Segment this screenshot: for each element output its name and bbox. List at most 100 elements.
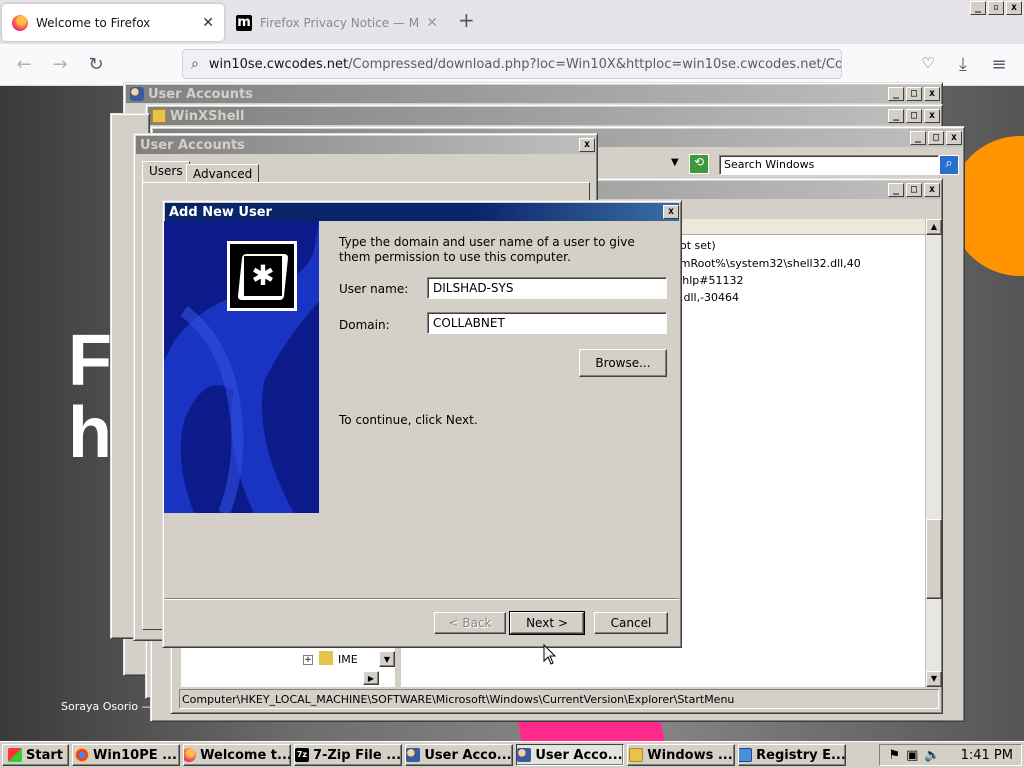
close-icon[interactable]: x — [924, 109, 940, 123]
scroll-thumb[interactable] — [926, 519, 942, 599]
taskbar-label: 7-Zip File ... — [312, 747, 402, 763]
status-path: Computer\HKEY_LOCAL_MACHINE\SOFTWARE\Mic… — [182, 693, 735, 706]
cancel-button[interactable]: Cancel — [594, 612, 668, 634]
windows-logo-icon — [8, 748, 22, 762]
start-label: Start — [26, 747, 63, 763]
tree-item-ime[interactable]: IME — [338, 653, 358, 666]
instructions-text: Type the domain and user name of a user … — [339, 235, 635, 264]
title-bar[interactable]: WinXShell _ □ x — [148, 107, 940, 125]
tab-firefox-privacy-notice[interactable]: m Firefox Privacy Notice — Mozilla ✕ — [226, 4, 448, 41]
expand-plus-icon[interactable]: + — [303, 655, 313, 665]
browser-window-controls: _ ▫ x — [968, 1, 1022, 15]
tab-advanced[interactable]: Advanced — [186, 164, 260, 183]
tab-title: Firefox Privacy Notice — Mozilla — [260, 15, 420, 30]
vertical-scrollbar[interactable]: ▲ ▼ — [925, 219, 942, 687]
back-button[interactable]: < Back — [434, 612, 506, 634]
taskbar-item-windows[interactable]: Windows ... — [626, 744, 735, 766]
minimize-icon[interactable]: _ — [888, 109, 904, 123]
search-windows-input[interactable]: Search Windows — [719, 155, 939, 175]
taskbar-item-win10pe[interactable]: Win10PE ... — [71, 744, 180, 766]
maximize-icon[interactable]: □ — [906, 87, 922, 101]
reload-icon[interactable]: ↻ — [85, 54, 107, 75]
volume-icon[interactable]: 🔈 — [924, 748, 940, 763]
dropdown-arrow-icon[interactable]: ▼ — [671, 157, 679, 168]
maximize-icon[interactable]: □ — [928, 131, 944, 145]
window-title: WinXShell — [170, 108, 245, 124]
registry-tree-pane[interactable]: + IME ▼ ▶ — [181, 647, 395, 687]
firefox-logo-icon — [183, 748, 197, 762]
back-arrow-icon[interactable]: ← — [13, 54, 35, 75]
scroll-right-icon[interactable]: ▶ — [363, 671, 379, 685]
download-icon[interactable]: ⤓ — [952, 54, 974, 75]
close-icon[interactable]: x — [924, 87, 940, 101]
taskbar-item-user-accounts-2[interactable]: User Acco... — [515, 744, 624, 766]
key-user-icon: ✱ — [227, 241, 297, 311]
taskbar: Start Win10PE ... Welcome t... 7z 7-Zip … — [0, 741, 1024, 768]
taskbar-label: Win10PE ... — [93, 747, 177, 763]
close-icon[interactable]: ✕ — [202, 15, 214, 31]
taskbar-item-user-accounts-1[interactable]: User Acco... — [404, 744, 513, 766]
window-title: User Accounts — [148, 86, 253, 102]
close-icon[interactable]: x — [946, 131, 962, 145]
page-headline-line2: h — [68, 393, 112, 473]
menu-hamburger-icon[interactable]: ≡ — [988, 54, 1010, 75]
taskbar-label: Welcome t... — [200, 747, 291, 763]
close-icon[interactable]: x — [1006, 1, 1022, 15]
users-icon — [517, 748, 532, 762]
taskbar-label: Registry E... — [756, 747, 846, 763]
network-icon[interactable]: ▣ — [906, 748, 918, 763]
search-icon[interactable]: ⌕ — [939, 155, 959, 175]
folder-icon — [629, 748, 644, 762]
start-button[interactable]: Start — [2, 744, 69, 766]
close-icon[interactable]: x — [579, 138, 595, 152]
registry-editor-icon — [738, 748, 753, 762]
title-bar[interactable]: User Accounts x — [136, 136, 595, 154]
tab-users[interactable]: Users — [142, 161, 190, 183]
close-icon[interactable]: x — [663, 205, 679, 219]
tab-title: Welcome to Firefox — [36, 15, 151, 30]
taskbar-label: User Acco... — [535, 747, 623, 763]
system-tray: ⚑ ▣ 🔈 1:41 PM — [879, 744, 1022, 766]
scroll-up-icon[interactable]: ▲ — [926, 219, 942, 235]
domain-label: Domain: — [339, 318, 390, 332]
close-icon[interactable]: x — [924, 183, 940, 197]
minimize-icon[interactable]: _ — [888, 183, 904, 197]
restore-icon[interactable]: ▫ — [988, 1, 1004, 15]
minimize-icon[interactable]: _ — [888, 87, 904, 101]
go-refresh-icon[interactable]: ⟲ — [689, 154, 709, 174]
title-bar[interactable]: Add New User x — [165, 203, 679, 221]
users-icon — [406, 748, 421, 762]
minimize-icon[interactable]: _ — [970, 1, 986, 15]
url-bar[interactable]: ⌕ win10se.cwcodes.net/Compressed/downloa… — [182, 49, 842, 79]
username-label: User name: — [339, 282, 409, 296]
next-button[interactable]: Next > — [509, 611, 585, 635]
tab-welcome-to-firefox[interactable]: Welcome to Firefox ✕ — [2, 4, 224, 41]
new-tab-plus-icon[interactable]: + — [458, 8, 475, 32]
continue-text: To continue, click Next. — [339, 413, 478, 427]
7zip-icon: 7z — [294, 748, 309, 762]
minimize-icon[interactable]: _ — [910, 131, 926, 145]
close-icon[interactable]: ✕ — [426, 15, 438, 31]
maximize-icon[interactable]: □ — [906, 109, 922, 123]
chrome-icon — [75, 748, 90, 762]
forward-arrow-icon[interactable]: → — [49, 54, 71, 75]
domain-input[interactable]: COLLABNET — [427, 312, 667, 334]
taskbar-item-firefox[interactable]: Welcome t... — [182, 744, 291, 766]
pocket-icon[interactable]: ♡ — [917, 54, 939, 72]
clock[interactable]: 1:41 PM — [961, 748, 1013, 763]
flag-icon[interactable]: ⚑ — [888, 748, 900, 763]
mozilla-m-icon: m — [236, 14, 252, 31]
url-path: /Compressed/download.php?loc=Win10X&http… — [348, 56, 841, 72]
add-new-user-dialog[interactable]: Add New User x ✱ Type the domain and use… — [162, 200, 682, 648]
title-bar[interactable]: User Accounts _ □ x — [126, 85, 940, 103]
maximize-icon[interactable]: □ — [906, 183, 922, 197]
taskbar-item-7zip[interactable]: 7z 7-Zip File ... — [293, 744, 402, 766]
page-headline-line1: F — [68, 321, 112, 401]
scroll-down-icon[interactable]: ▼ — [926, 671, 942, 687]
taskbar-item-registry-editor[interactable]: Registry E... — [737, 744, 846, 766]
status-bar: Computer\HKEY_LOCAL_MACHINE\SOFTWARE\Mic… — [179, 689, 939, 709]
browse-button[interactable]: Browse... — [579, 349, 667, 377]
url-host: win10se.cwcodes.net — [208, 56, 349, 72]
username-input[interactable]: DILSHAD-SYS — [427, 277, 667, 299]
scroll-down-icon[interactable]: ▼ — [379, 651, 395, 667]
